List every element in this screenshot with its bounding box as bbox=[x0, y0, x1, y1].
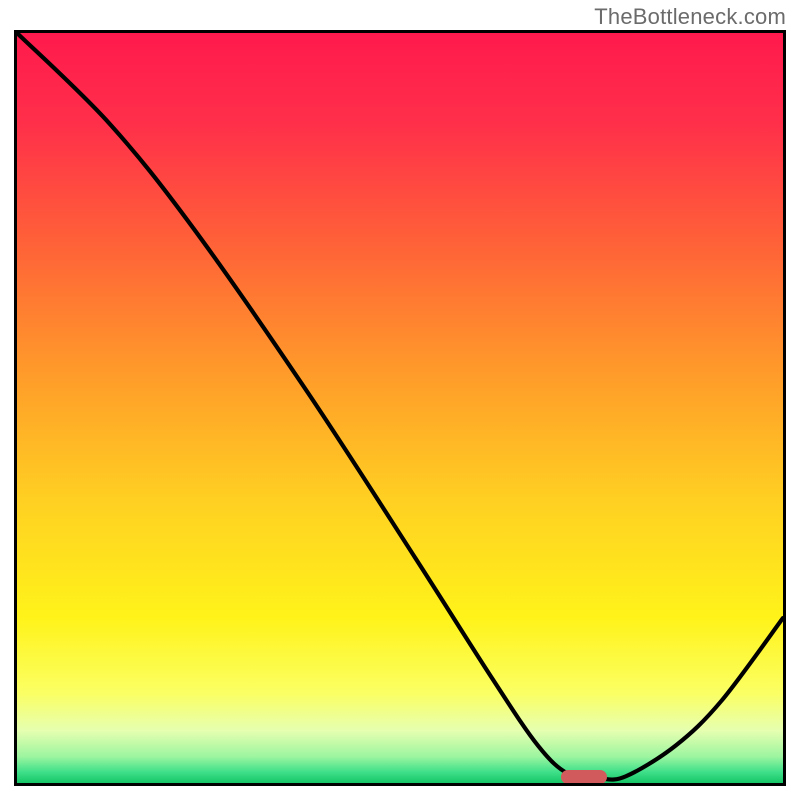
curve-layer bbox=[17, 33, 783, 783]
chart-stage: TheBottleneck.com bbox=[0, 0, 800, 800]
watermark-text: TheBottleneck.com bbox=[594, 4, 786, 30]
plot-area bbox=[14, 30, 786, 786]
optimal-marker bbox=[561, 770, 607, 784]
bottleneck-curve bbox=[17, 33, 783, 780]
